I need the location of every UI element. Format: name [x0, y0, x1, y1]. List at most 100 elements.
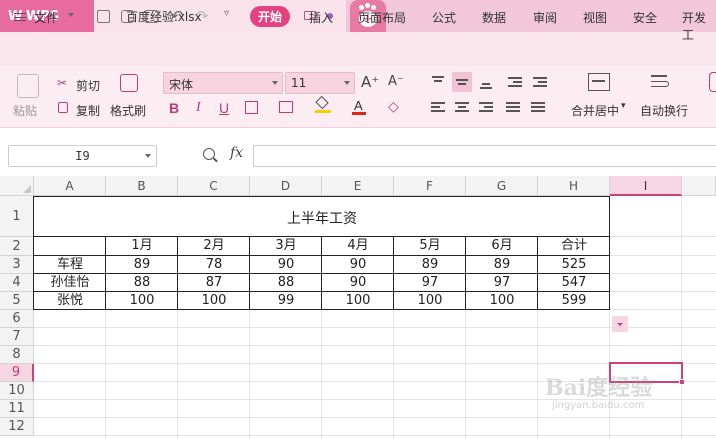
value-cell[interactable]: 97 [466, 274, 538, 292]
row-header-3[interactable]: 3 [0, 256, 34, 274]
increase-indent-icon[interactable] [530, 72, 550, 92]
number-format-select[interactable] [709, 72, 716, 92]
tab-data[interactable]: 数据 [482, 9, 506, 26]
value-cell[interactable]: 90 [322, 256, 394, 274]
tab-review[interactable]: 审阅 [533, 9, 557, 26]
column-header-c[interactable]: C [178, 176, 250, 196]
header-cell[interactable]: 3月 [250, 237, 322, 256]
format-painter-button[interactable]: 格式刷 [110, 102, 146, 119]
bold-button[interactable]: B [169, 101, 179, 115]
value-cell[interactable]: 99 [250, 292, 322, 310]
header-cell[interactable]: 1月 [106, 237, 178, 256]
copy-icon[interactable] [58, 102, 68, 113]
value-cell[interactable]: 547 [538, 274, 610, 292]
column-header-d[interactable]: D [250, 176, 322, 196]
value-cell[interactable]: 97 [394, 274, 466, 292]
merge-center-button[interactable]: 合并居中 [571, 102, 619, 119]
align-middle-icon[interactable] [452, 72, 472, 92]
row-header-5[interactable]: 5 [0, 292, 34, 310]
wrap-text-button[interactable]: 自动换行 [640, 102, 688, 119]
column-header-b[interactable]: B [106, 176, 178, 196]
undo-icon[interactable]: ↶ [171, 7, 184, 25]
wrap-text-icon[interactable] [651, 73, 675, 91]
name-cell[interactable]: 孙佳怡 [34, 274, 106, 292]
underline-button[interactable]: U [219, 101, 229, 115]
font-size-select[interactable]: 11 [285, 72, 355, 94]
file-menu-chevron-icon[interactable] [68, 13, 74, 17]
row-header-6[interactable]: 6 [0, 310, 34, 328]
redo-icon[interactable]: ↷ [196, 7, 209, 25]
select-all-corner[interactable] [0, 176, 34, 196]
font-name-select[interactable]: 宋体 [163, 72, 283, 94]
column-header-a[interactable]: A [34, 176, 106, 196]
name-box[interactable]: I9 [8, 145, 157, 167]
hamburger-menu-icon[interactable] [14, 13, 26, 21]
merge-center-chevron-icon[interactable]: ▾ [621, 101, 626, 111]
header-cell[interactable]: 5月 [394, 237, 466, 256]
align-bottom-icon[interactable] [476, 72, 496, 92]
tab-developer[interactable]: 开发工 [682, 9, 716, 43]
fill-handle[interactable] [679, 379, 685, 385]
tab-view[interactable]: 视图 [583, 9, 607, 26]
cut-icon[interactable]: ✂ [57, 76, 67, 90]
clear-format-icon[interactable]: ◇ [388, 100, 399, 114]
align-center-icon[interactable] [452, 97, 472, 117]
value-cell[interactable]: 525 [538, 256, 610, 274]
column-header-i[interactable]: I [610, 176, 682, 196]
italic-button[interactable]: I [196, 101, 201, 115]
file-menu[interactable]: 文件 [34, 9, 58, 26]
merge-center-icon[interactable] [588, 73, 610, 91]
tab-insert[interactable]: 插入 [309, 9, 333, 26]
save-icon[interactable] [97, 10, 110, 23]
header-cell[interactable] [34, 237, 106, 256]
row-header-4[interactable]: 4 [0, 274, 34, 292]
paste-icon[interactable] [17, 74, 39, 98]
name-cell[interactable]: 张悦 [34, 292, 106, 310]
zoom-search-icon[interactable] [203, 148, 215, 160]
value-cell[interactable]: 90 [250, 256, 322, 274]
column-header-f[interactable]: F [394, 176, 466, 196]
tab-page-layout[interactable]: 页面布局 [358, 9, 406, 26]
print-preview-icon[interactable] [145, 10, 158, 23]
fill-color-icon[interactable] [315, 95, 331, 113]
paste-button[interactable]: 粘贴 [13, 102, 37, 119]
column-header-h[interactable]: H [538, 176, 610, 196]
align-top-icon[interactable] [428, 72, 448, 92]
tab-home[interactable]: 开始 [250, 6, 291, 27]
header-cell[interactable]: 6月 [466, 237, 538, 256]
value-cell[interactable]: 88 [106, 274, 178, 292]
row-header-1[interactable]: 1 [0, 196, 34, 237]
row-header-10[interactable]: 10 [0, 382, 34, 400]
border-icon[interactable] [245, 101, 258, 114]
row-header-12[interactable]: 12 [0, 418, 34, 436]
row-header-8[interactable]: 8 [0, 346, 34, 364]
value-cell[interactable]: 88 [250, 274, 322, 292]
value-cell[interactable]: 89 [106, 256, 178, 274]
distributed-align-icon[interactable] [528, 97, 548, 117]
row-header-11[interactable]: 11 [0, 400, 34, 418]
quick-access-dropdown-icon[interactable]: ▿ [224, 8, 229, 19]
value-cell[interactable]: 89 [394, 256, 466, 274]
column-header-e[interactable]: E [322, 176, 394, 196]
value-cell[interactable]: 100 [466, 292, 538, 310]
value-cell[interactable]: 100 [178, 292, 250, 310]
row-header-7[interactable]: 7 [0, 328, 34, 346]
align-right-icon[interactable] [476, 97, 496, 117]
row-header-2[interactable]: 2 [0, 237, 34, 256]
row-header-9[interactable]: 9 [0, 364, 34, 382]
value-cell[interactable]: 87 [178, 274, 250, 292]
value-cell[interactable]: 78 [178, 256, 250, 274]
value-cell[interactable]: 100 [394, 292, 466, 310]
header-cell[interactable]: 合计 [538, 237, 610, 256]
value-cell[interactable]: 89 [466, 256, 538, 274]
decrease-indent-icon[interactable] [505, 72, 525, 92]
cut-button[interactable]: 剪切 [76, 77, 100, 94]
cell-style-icon[interactable] [279, 101, 293, 113]
value-cell[interactable]: 599 [538, 292, 610, 310]
align-left-icon[interactable] [428, 97, 448, 117]
decrease-font-icon[interactable]: A⁻ [388, 75, 404, 89]
print-icon[interactable] [121, 10, 134, 23]
format-painter-icon[interactable] [120, 74, 138, 92]
insert-function-button[interactable]: fx [230, 145, 243, 161]
copy-button[interactable]: 复制 [76, 102, 100, 119]
